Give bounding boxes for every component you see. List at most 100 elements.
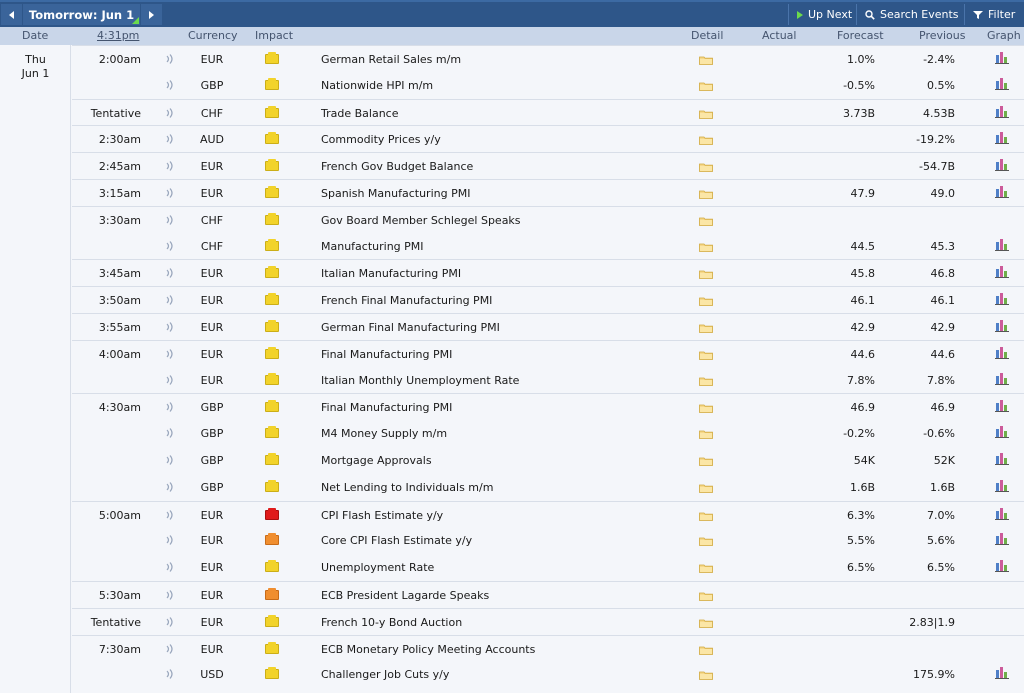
sound-icon[interactable] xyxy=(166,295,174,306)
event-time: Tentative xyxy=(90,615,141,629)
sound-icon[interactable] xyxy=(166,322,174,332)
sound-icon[interactable] xyxy=(166,107,174,118)
sound-icon[interactable] xyxy=(166,509,174,520)
event-title: Italian Monthly Unemployment Rate xyxy=(321,373,520,387)
prev-day-button[interactable] xyxy=(1,4,22,25)
bar-chart-icon[interactable] xyxy=(995,666,1009,680)
sound-icon[interactable] xyxy=(166,134,174,145)
sound-icon[interactable] xyxy=(166,348,174,359)
event-title: French Final Manufacturing PMI xyxy=(321,294,493,308)
folder-icon[interactable] xyxy=(699,350,713,360)
bar-chart-icon[interactable] xyxy=(995,292,1009,306)
event-time: 4:30am xyxy=(98,401,141,415)
folder-icon[interactable] xyxy=(699,670,713,681)
folder-icon[interactable] xyxy=(699,189,713,199)
bar-chart-icon[interactable] xyxy=(995,265,1009,279)
sound-icon[interactable] xyxy=(166,268,174,279)
folder-icon[interactable] xyxy=(699,645,713,655)
folder-icon[interactable] xyxy=(699,483,713,493)
sound-icon[interactable] xyxy=(166,455,174,465)
event-previous: 45.3 xyxy=(930,239,956,253)
bar-chart-icon[interactable] xyxy=(995,425,1009,439)
event-title: Spanish Manufacturing PMI xyxy=(321,187,471,200)
folder-icon[interactable] xyxy=(699,456,713,466)
bar-chart-icon[interactable] xyxy=(995,185,1009,198)
sound-icon[interactable] xyxy=(166,374,174,385)
sound-icon[interactable] xyxy=(166,54,174,64)
bar-chart-icon[interactable] xyxy=(995,346,1009,359)
bar-chart-icon[interactable] xyxy=(995,559,1009,573)
folder-icon[interactable] xyxy=(699,403,713,414)
sound-icon[interactable] xyxy=(166,643,174,654)
bar-chart-icon[interactable] xyxy=(995,452,1009,465)
sound-icon[interactable] xyxy=(166,669,174,680)
folder-icon[interactable] xyxy=(699,242,713,252)
calendar-toolbar: Tomorrow: Jun 1 Up Next Search Events Fi… xyxy=(0,0,1024,27)
event-forecast: 44.5 xyxy=(850,239,876,253)
folder-icon[interactable] xyxy=(699,563,713,574)
header-date: Date xyxy=(22,29,49,42)
event-time: 3:30am xyxy=(98,213,141,227)
search-events-label: Search Events xyxy=(880,8,959,21)
bar-chart-icon[interactable] xyxy=(995,372,1009,385)
sound-icon[interactable] xyxy=(166,428,174,439)
folder-icon[interactable] xyxy=(699,109,713,119)
sound-icon[interactable] xyxy=(166,616,174,627)
event-row: GBP M4 Money Supply m/m -0.2% -0.6% xyxy=(72,420,1024,448)
event-previous: 7.8% xyxy=(927,373,955,387)
event-previous: -19.2% xyxy=(916,133,955,147)
bar-chart-icon[interactable] xyxy=(995,399,1009,413)
bar-chart-icon[interactable] xyxy=(995,51,1009,64)
current-day-button[interactable]: Tomorrow: Jun 1 xyxy=(23,4,140,25)
sound-icon[interactable] xyxy=(166,481,174,492)
folder-icon[interactable] xyxy=(699,511,713,521)
event-currency: CHF xyxy=(200,213,224,227)
header-time[interactable]: 4:31pm xyxy=(97,29,139,42)
bar-chart-icon[interactable] xyxy=(995,158,1009,172)
bar-chart-icon[interactable] xyxy=(995,532,1009,546)
folder-icon[interactable] xyxy=(699,216,713,226)
folder-icon[interactable] xyxy=(699,296,713,307)
sound-icon[interactable] xyxy=(166,240,174,251)
bar-chart-icon[interactable] xyxy=(995,131,1009,145)
corner-marker-icon xyxy=(132,17,139,24)
bar-chart-icon[interactable] xyxy=(995,77,1009,90)
up-next-button[interactable]: Up Next xyxy=(788,4,856,25)
up-next-label: Up Next xyxy=(808,8,853,21)
bar-chart-icon[interactable] xyxy=(995,238,1009,251)
event-time: 2:00am xyxy=(98,53,141,66)
event-time: 4:00am xyxy=(98,347,141,361)
folder-icon[interactable] xyxy=(699,135,713,146)
next-day-button[interactable] xyxy=(141,4,162,25)
sound-icon[interactable] xyxy=(166,214,174,225)
search-events-button[interactable]: Search Events xyxy=(856,4,964,25)
folder-icon[interactable] xyxy=(699,429,713,440)
bar-chart-icon[interactable] xyxy=(995,105,1009,118)
bar-chart-icon[interactable] xyxy=(995,479,1009,492)
folder-icon[interactable] xyxy=(699,536,713,547)
event-currency: GBP xyxy=(200,427,224,441)
sound-icon[interactable] xyxy=(166,79,174,90)
folder-icon[interactable] xyxy=(699,323,713,333)
sound-icon[interactable] xyxy=(166,590,174,600)
folder-icon[interactable] xyxy=(699,376,713,386)
folder-icon[interactable] xyxy=(699,81,713,91)
bar-chart-icon[interactable] xyxy=(995,319,1009,332)
impact-low-icon xyxy=(265,614,279,627)
date-column: Thu Jun 1 xyxy=(0,45,71,693)
sound-icon[interactable] xyxy=(166,535,174,546)
filter-button[interactable]: Filter xyxy=(964,4,1024,25)
folder-icon[interactable] xyxy=(699,162,713,173)
event-currency: EUR xyxy=(200,294,224,308)
folder-icon[interactable] xyxy=(699,591,713,601)
bar-chart-icon[interactable] xyxy=(995,507,1009,520)
folder-icon[interactable] xyxy=(699,269,713,280)
folder-icon[interactable] xyxy=(699,55,713,65)
sound-icon[interactable] xyxy=(166,402,174,413)
folder-icon[interactable] xyxy=(699,618,713,628)
impact-low-icon xyxy=(265,186,279,198)
sound-icon[interactable] xyxy=(166,161,174,172)
sound-icon[interactable] xyxy=(166,188,174,198)
event-row: 2:45am EUR French Gov Budget Balance -54.7B xyxy=(72,152,1024,180)
sound-icon[interactable] xyxy=(166,562,174,573)
